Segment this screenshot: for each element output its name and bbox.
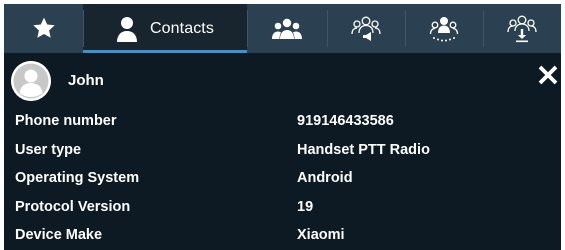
detail-label: Device Make [15, 227, 103, 243]
contact-details: Phone number 919146433586 User type Hand… [4, 108, 561, 250]
contact-details-panel: Contacts John Phone number 919146433586 … [4, 4, 561, 250]
detail-value: Handset PTT Radio [297, 141, 430, 158]
tab-group-broadcast[interactable] [327, 4, 405, 53]
detail-label: Operating System [15, 170, 140, 186]
tab-groups[interactable] [247, 4, 327, 53]
group-download-icon [507, 15, 537, 42]
detail-value: Android [297, 170, 353, 186]
contact-name: John [68, 72, 104, 89]
close-icon [538, 65, 558, 85]
tab-favorites[interactable] [4, 4, 83, 53]
group-broadcast-icon [351, 16, 381, 41]
detail-label: Protocol Version [15, 198, 131, 215]
detail-label: Phone number [15, 113, 117, 129]
person-icon [117, 16, 138, 42]
star-icon [32, 17, 55, 38]
detail-row-phone-number: Phone number 919146433586 [4, 108, 561, 137]
detail-row-protocol-version: Protocol Version 19 [4, 194, 561, 223]
tab-group-dispatch[interactable] [405, 4, 483, 53]
avatar-icon [11, 61, 51, 101]
detail-value: 19 [297, 198, 314, 215]
detail-row-user-type: User type Handset PTT Radio [4, 137, 561, 166]
group-dispatch-icon [429, 16, 459, 41]
tab-group-download[interactable] [483, 4, 561, 53]
contact-header: John [4, 53, 561, 108]
detail-row-device-make: Device Make Xiaomi [4, 222, 561, 250]
close-button[interactable] [536, 63, 560, 87]
tab-contacts-label: Contacts [150, 19, 214, 37]
detail-value: 919146433586 [297, 113, 394, 129]
detail-label: User type [15, 141, 82, 158]
detail-value: Xiaomi [297, 227, 345, 243]
tab-bar: Contacts [4, 4, 561, 53]
avatar [11, 61, 51, 101]
detail-row-operating-system: Operating System Android [4, 165, 561, 194]
group-icon [272, 18, 302, 39]
tab-contacts[interactable]: Contacts [83, 4, 247, 53]
